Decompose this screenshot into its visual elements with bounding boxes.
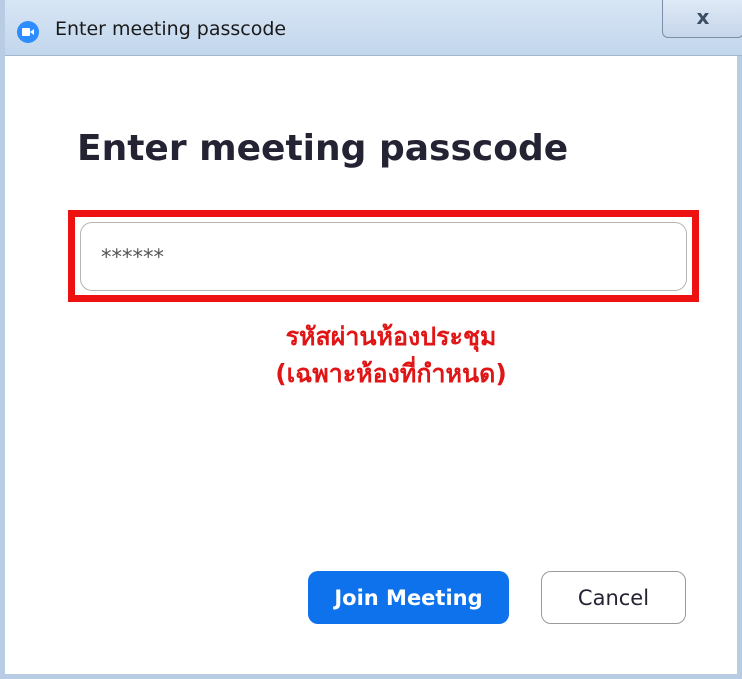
passcode-input[interactable] bbox=[80, 222, 687, 291]
passcode-dialog-window: Enter meeting passcode x Enter meeting p… bbox=[0, 0, 742, 679]
annotation-line-2: (เฉพาะห้องที่กำหนด) bbox=[275, 359, 507, 388]
thai-annotation: รหัสผ่านห้องประชุม (เฉพาะห้องที่กำหนด) bbox=[181, 318, 601, 392]
camera-body bbox=[22, 28, 30, 36]
window-title: Enter meeting passcode bbox=[55, 18, 287, 40]
dialog-heading: Enter meeting passcode bbox=[77, 128, 569, 169]
camera-lens bbox=[30, 29, 34, 35]
close-icon[interactable]: x bbox=[662, 0, 742, 38]
join-meeting-button[interactable]: Join Meeting bbox=[308, 571, 509, 624]
title-bar[interactable]: Enter meeting passcode x bbox=[5, 0, 742, 56]
zoom-camera-icon bbox=[17, 21, 39, 43]
annotation-line-1: รหัสผ่านห้องประชุม bbox=[285, 322, 497, 351]
cancel-button[interactable]: Cancel bbox=[541, 571, 686, 624]
